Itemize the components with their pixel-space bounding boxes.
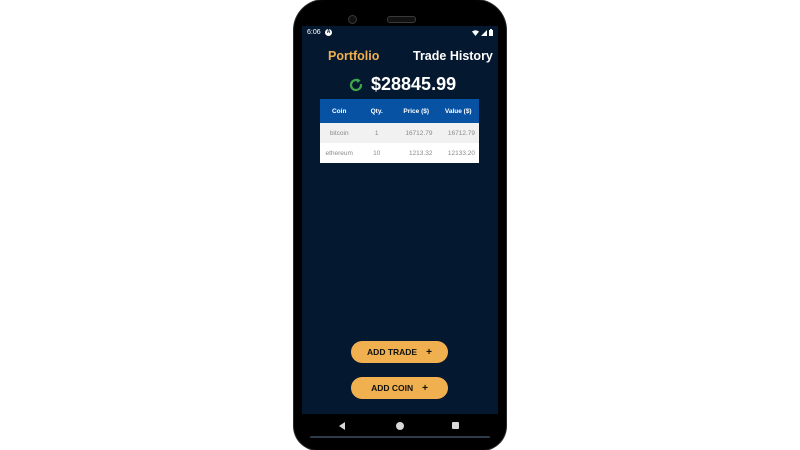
plus-icon: + — [426, 346, 432, 358]
status-bar: 6:06 A — [302, 26, 498, 40]
cell-coin: ethereum — [320, 143, 359, 163]
signal-icon — [481, 29, 487, 36]
cell-coin: bitcoin — [320, 123, 359, 143]
cell-qty: 1 — [358, 123, 395, 143]
table-header-row: Coin Qty. Price ($) Value ($) — [320, 99, 479, 123]
cell-value: 16712.79 — [437, 123, 479, 143]
stage: 6:06 A Portfolio Trade History $28845.99… — [0, 0, 800, 450]
wifi-icon — [472, 29, 479, 36]
tab-trade-history[interactable]: Trade History — [413, 49, 493, 63]
table-row[interactable]: ethereum 10 1213.32 12133.20 — [320, 143, 479, 163]
add-coin-label: ADD COIN — [371, 383, 414, 393]
status-icons — [472, 28, 493, 37]
earpiece-speaker — [387, 16, 416, 23]
battery-icon — [489, 29, 493, 36]
plus-icon: + — [422, 382, 428, 394]
status-time: 6:06 — [307, 29, 321, 36]
front-camera — [348, 15, 357, 24]
cell-value: 12133.20 — [437, 143, 479, 163]
header-price: Price ($) — [394, 99, 438, 123]
gesture-bar — [310, 436, 490, 438]
refresh-icon[interactable] — [348, 77, 364, 93]
recents-icon[interactable] — [452, 422, 459, 429]
cell-qty: 10 — [358, 143, 395, 163]
notification-icon: A — [325, 29, 332, 36]
back-icon[interactable] — [339, 422, 345, 430]
app-screen: 6:06 A Portfolio Trade History $28845.99… — [302, 26, 498, 440]
home-icon[interactable] — [396, 422, 404, 430]
holdings-table: Coin Qty. Price ($) Value ($) bitcoin 1 … — [320, 99, 479, 163]
add-trade-button[interactable]: ADD TRADE + — [351, 341, 448, 363]
cell-price: 16712.79 — [394, 123, 438, 143]
system-nav-bar — [302, 414, 498, 440]
add-coin-button[interactable]: ADD COIN + — [351, 377, 448, 399]
header-coin: Coin — [320, 99, 359, 123]
tab-portfolio[interactable]: Portfolio — [328, 49, 379, 63]
cell-price: 1213.32 — [394, 143, 438, 163]
header-value: Value ($) — [437, 99, 479, 123]
portfolio-total-value: $28845.99 — [371, 74, 457, 94]
header-qty: Qty. — [358, 99, 395, 123]
add-trade-label: ADD TRADE — [367, 347, 418, 357]
table-row[interactable]: bitcoin 1 16712.79 16712.79 — [320, 123, 479, 143]
